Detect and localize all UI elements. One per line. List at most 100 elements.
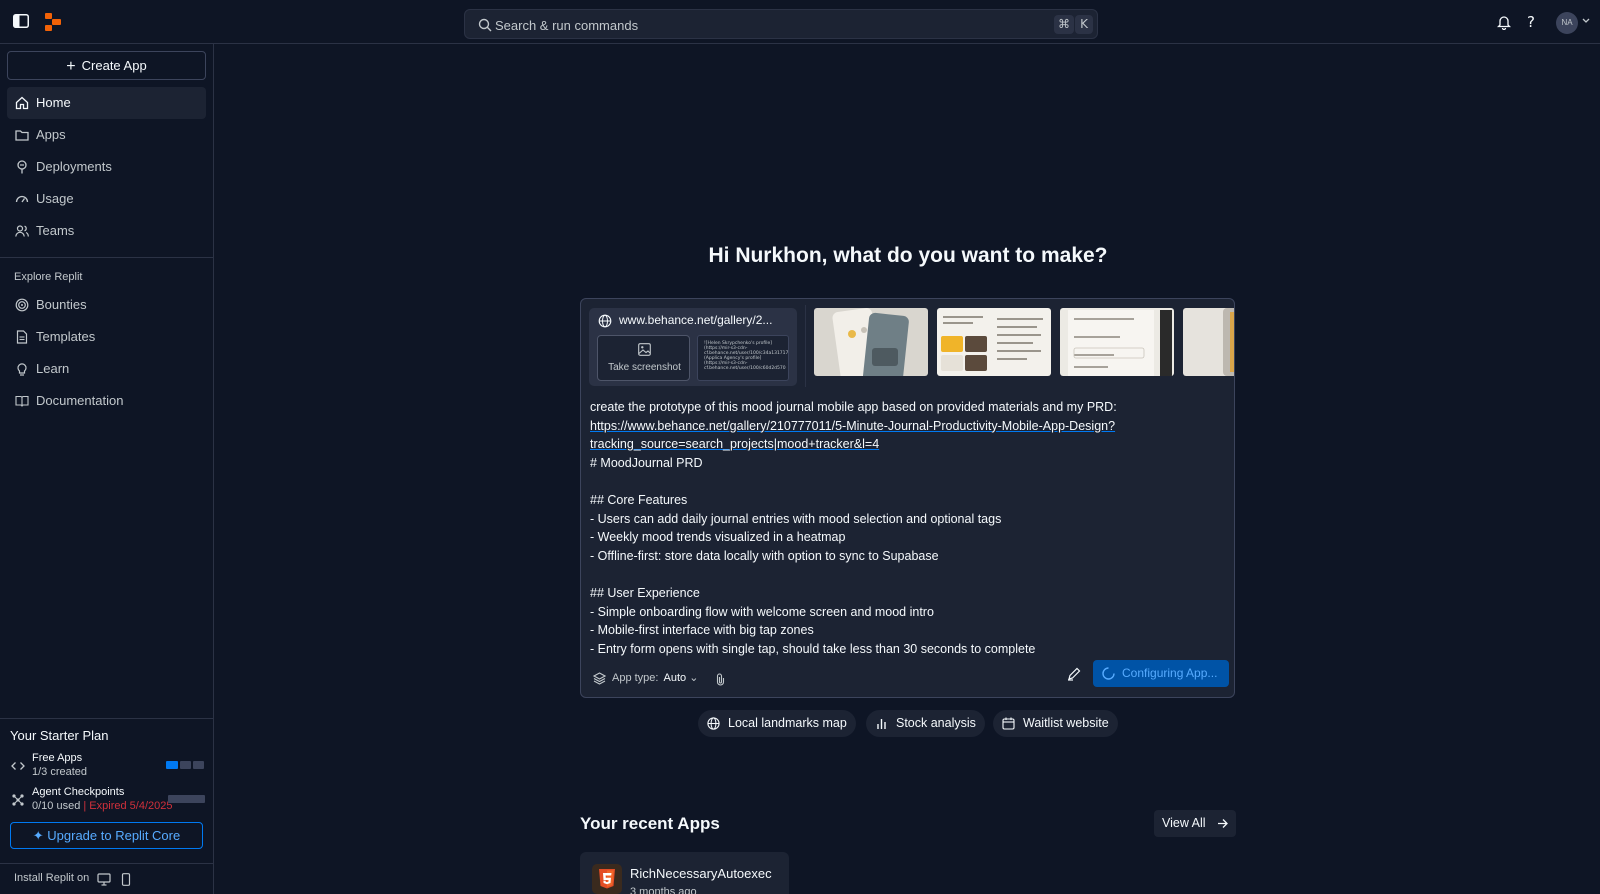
- reference-image-thumbnail[interactable]: [1183, 308, 1235, 376]
- suggestion-chip-waitlist[interactable]: Waitlist website: [993, 710, 1118, 737]
- checkpoints-progress-bar: [168, 795, 205, 803]
- sidebar-item-bounties[interactable]: Bounties: [7, 289, 206, 321]
- desktop-icon[interactable]: [97, 873, 111, 886]
- paperclip-icon[interactable]: [715, 673, 726, 686]
- upgrade-button[interactable]: ✦ Upgrade to Replit Core: [10, 822, 203, 849]
- sidebar-divider: [0, 863, 214, 864]
- bar-chart-icon: [877, 719, 886, 729]
- sidebar-item-label: Templates: [36, 329, 96, 344]
- sidebar-item-label: Bounties: [36, 297, 87, 312]
- folder-icon: [15, 130, 29, 141]
- configuring-app-label: Configuring App...: [1122, 666, 1218, 680]
- free-apps-progress-segment: [193, 761, 204, 769]
- chevron-down-icon: ⌄: [689, 672, 699, 684]
- attachment-divider: [805, 305, 806, 387]
- url-attachment-card: www.behance.net/gallery/2... Take screen…: [589, 308, 797, 386]
- avatar[interactable]: NA: [1556, 12, 1578, 34]
- lightbulb-icon: [17, 363, 27, 376]
- sidebar-divider: [0, 257, 214, 258]
- sidebar: + Create App Home Apps Deployments Usage …: [0, 44, 214, 894]
- deployments-icon: [17, 160, 27, 174]
- app-type-value: Auto: [663, 672, 687, 684]
- view-all-label: View All: [1162, 816, 1206, 830]
- sidebar-item-deployments[interactable]: Deployments: [7, 151, 206, 183]
- prompt-textarea[interactable]: create the prototype of this mood journa…: [590, 398, 1226, 658]
- sidebar-item-label: Deployments: [36, 159, 112, 174]
- upgrade-label: Upgrade to Replit Core: [47, 828, 181, 843]
- image-icon: [638, 343, 651, 356]
- globe-icon: [707, 717, 720, 730]
- sidebar-divider: [0, 718, 214, 719]
- checkpoints-used: 0/10 used: [32, 800, 81, 812]
- reference-image-thumbnail[interactable]: [814, 308, 928, 376]
- recent-app-name: RichNecessaryAutoexec: [630, 866, 772, 881]
- view-all-button[interactable]: View All: [1154, 810, 1236, 837]
- configuring-app-button[interactable]: Configuring App...: [1093, 660, 1229, 687]
- sidebar-item-apps[interactable]: Apps: [7, 119, 206, 151]
- checkpoints-expired: | Expired 5/4/2025: [83, 800, 173, 812]
- explore-section-label: Explore Replit: [14, 271, 83, 283]
- chevron-down-icon[interactable]: [1582, 18, 1590, 24]
- prompt-intro: create the prototype of this mood journa…: [590, 400, 1117, 414]
- sidebar-item-documentation[interactable]: Documentation: [7, 385, 206, 417]
- search-bar[interactable]: ⌘ K: [464, 9, 1098, 39]
- attachment-url[interactable]: www.behance.net/gallery/2...: [619, 313, 791, 327]
- reference-image-thumbnail[interactable]: [937, 308, 1051, 376]
- sidebar-item-label: Usage: [36, 191, 74, 206]
- create-app-button[interactable]: + Create App: [7, 51, 206, 80]
- shortcut-k-key: K: [1075, 15, 1093, 34]
- prompt-body: # MoodJournal PRD ## Core Features - Use…: [590, 455, 1036, 656]
- suggestion-chip-stock[interactable]: Stock analysis: [866, 710, 985, 737]
- plus-icon: +: [66, 58, 76, 75]
- layers-icon: [593, 672, 606, 685]
- globe-icon: [598, 314, 612, 328]
- sidebar-item-teams[interactable]: Teams: [7, 215, 206, 247]
- users-icon: [15, 225, 29, 237]
- sidebar-item-label: Home: [36, 95, 71, 110]
- search-input[interactable]: [495, 15, 1015, 35]
- sidebar-item-usage[interactable]: Usage: [7, 183, 206, 215]
- sidebar-item-label: Teams: [36, 223, 75, 238]
- free-apps-progress-segment: [166, 761, 178, 769]
- create-app-label: Create App: [81, 58, 147, 73]
- take-screenshot-button[interactable]: Take screenshot: [597, 335, 690, 381]
- replit-logo-icon[interactable]: [45, 13, 61, 31]
- code-icon: [11, 762, 25, 770]
- html5-icon: [592, 864, 622, 894]
- suggestion-chip-label: Stock analysis: [896, 716, 976, 730]
- prompt-composer[interactable]: www.behance.net/gallery/2... Take screen…: [580, 298, 1235, 698]
- shortcut-cmd-key: ⌘: [1054, 15, 1074, 34]
- recent-app-card[interactable]: RichNecessaryAutoexec 3 months ago: [580, 852, 789, 894]
- prompt-link[interactable]: https://www.behance.net/gallery/21077701…: [590, 419, 1115, 452]
- app-type-label: App type:: [612, 672, 659, 684]
- sidebar-item-home[interactable]: Home: [7, 87, 206, 119]
- checkpoints-count: 0/10 used | Expired 5/4/2025: [32, 800, 172, 812]
- home-icon: [15, 96, 29, 110]
- spinner-icon: [1102, 667, 1115, 680]
- sidebar-toggle-icon[interactable]: [13, 14, 29, 28]
- suggestion-chip-landmarks[interactable]: Local landmarks map: [698, 710, 856, 737]
- reference-image-thumbnail[interactable]: [1060, 308, 1174, 376]
- recent-apps-title: Your recent Apps: [580, 814, 720, 833]
- gauge-icon: [15, 195, 29, 203]
- arrow-right-icon: [1218, 819, 1228, 828]
- help-icon[interactable]: ?: [1527, 13, 1535, 31]
- search-icon: [478, 18, 492, 32]
- app-type-selector[interactable]: App type: Auto ⌄: [612, 671, 698, 684]
- sidebar-item-learn[interactable]: Learn: [7, 353, 206, 385]
- sidebar-item-templates[interactable]: Templates: [7, 321, 206, 353]
- calendar-icon: [1002, 717, 1015, 730]
- bell-icon[interactable]: [1497, 14, 1511, 30]
- top-bar: ⌘ K ? NA: [0, 0, 1600, 44]
- suggestion-chip-label: Local landmarks map: [728, 716, 847, 730]
- checkpoints-title: Agent Checkpoints: [32, 786, 125, 798]
- install-label: Install Replit on: [14, 872, 90, 884]
- sidebar-item-label: Documentation: [36, 393, 124, 408]
- suggestion-chip-label: Waitlist website: [1023, 716, 1109, 730]
- take-screenshot-label: Take screenshot: [608, 362, 681, 373]
- mobile-icon[interactable]: [119, 873, 133, 886]
- page-title: Hi Nurkhon, what do you want to make?: [708, 244, 1108, 267]
- pen-icon[interactable]: [1067, 667, 1081, 681]
- template-icon: [16, 330, 28, 344]
- page-text-preview[interactable]: ![Helen Skrypchenko's profile](https://m…: [697, 335, 789, 381]
